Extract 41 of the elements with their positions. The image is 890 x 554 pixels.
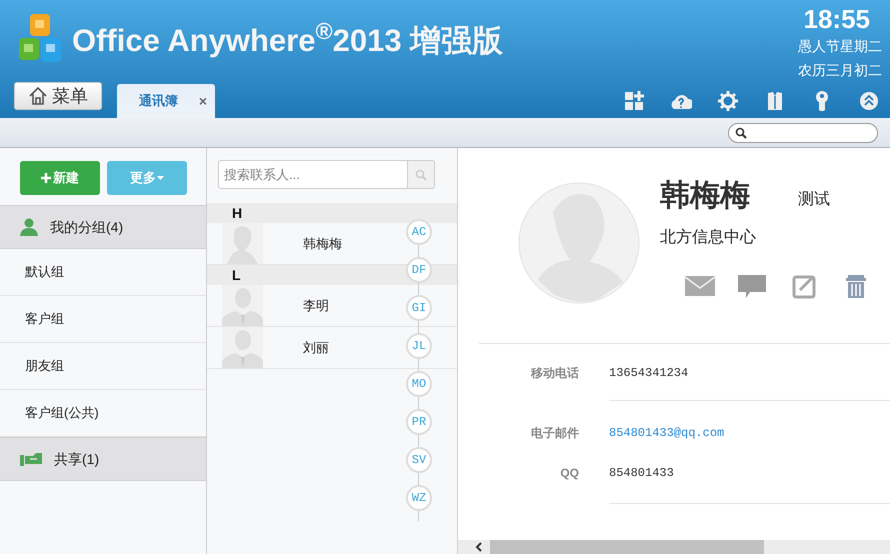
scrollbar-thumb[interactable]	[490, 540, 764, 554]
index-letter[interactable]: MO	[406, 371, 432, 397]
clock-time: 18:55	[804, 4, 870, 34]
menu-button[interactable]: 菜单	[14, 82, 102, 110]
field-value: 13654341234	[609, 365, 688, 382]
field-label: 电子邮件	[530, 425, 579, 442]
section-letter: H	[207, 203, 457, 223]
index-letter[interactable]: WZ	[406, 485, 432, 511]
index-letter[interactable]: SV	[406, 447, 432, 473]
group-item[interactable]: 朋友组	[0, 343, 206, 390]
date-text: 愚人节星期二	[798, 37, 882, 56]
settings-icon[interactable]	[717, 90, 739, 112]
contact-tag: 测试	[798, 188, 830, 212]
add-widget-icon[interactable]	[623, 90, 645, 112]
global-search-field[interactable]	[728, 122, 878, 142]
contact-name: 韩梅梅	[660, 177, 750, 215]
search-icon	[735, 126, 747, 138]
field-value: 854801433	[609, 465, 674, 482]
app-title: Office Anywhere$^{®}$2013 增强版	[72, 25, 504, 56]
index-letter[interactable]: PR	[406, 409, 432, 435]
group-item[interactable]: 默认组	[0, 249, 206, 296]
department-text: 北方信息中心	[660, 228, 757, 248]
tab[interactable]: 通讯簿 ×	[117, 84, 215, 118]
caret-icon	[157, 176, 164, 180]
group-header[interactable]: 我的分组(4)	[0, 205, 206, 249]
new-button[interactable]: 新建	[20, 160, 100, 194]
email-link[interactable]: 854801433@qq.com	[609, 424, 724, 442]
avatar-silhouette	[222, 327, 263, 368]
field-label: QQ	[559, 465, 579, 482]
chat-icon[interactable]	[736, 272, 768, 300]
home-icon	[28, 86, 48, 106]
plus-icon	[41, 172, 51, 182]
group-item[interactable]: 客户组	[0, 296, 206, 343]
lunar-date: 农历三月初二	[798, 61, 882, 80]
close-button[interactable]: ×	[198, 90, 207, 112]
person-icon	[20, 218, 38, 236]
search-icon	[415, 168, 427, 180]
contact-search-field[interactable]: 搜索联系人...	[218, 160, 408, 189]
group-header[interactable]: 共享(1)	[0, 437, 206, 481]
collapse-icon[interactable]	[858, 90, 880, 112]
field-label: 移动电话	[530, 365, 579, 382]
